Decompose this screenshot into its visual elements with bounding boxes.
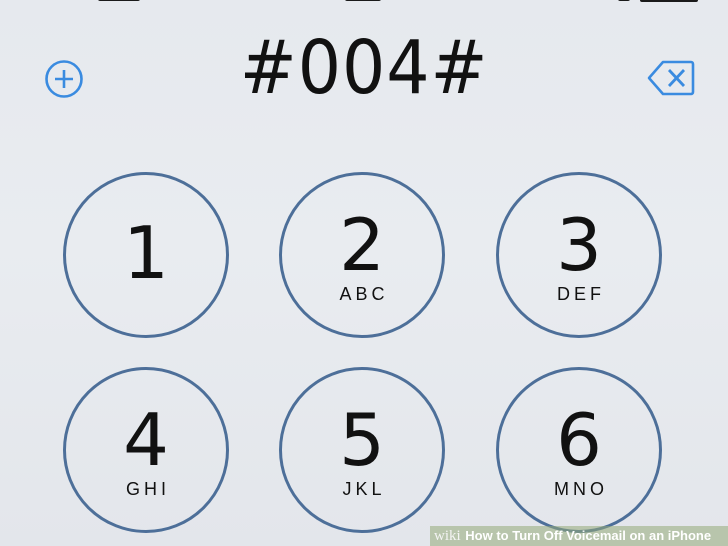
backspace-icon <box>647 60 695 96</box>
keypad-key-1[interactable]: 1 <box>63 172 229 338</box>
watermark-title: How to Turn Off Voicemail on an iPhone <box>465 528 712 543</box>
keypad-key-5[interactable]: 5 JKL <box>279 367 445 533</box>
battery-icon-fragment <box>640 0 698 2</box>
key-letters: MNO <box>554 479 608 499</box>
plus-circle-icon <box>45 60 83 98</box>
key-letters: GHI <box>125 479 170 499</box>
key-digit: 4 <box>123 398 169 482</box>
add-contact-button[interactable] <box>44 59 84 99</box>
key-digit: 3 <box>556 203 602 287</box>
delete-button[interactable] <box>647 58 695 98</box>
keypad-key-3[interactable]: 3 DEF <box>496 172 662 338</box>
key-digit: 5 <box>339 398 385 482</box>
keypad-key-4[interactable]: 4 GHI <box>63 367 229 533</box>
key-digit: 6 <box>556 398 602 482</box>
key-letters: JKL <box>342 479 386 499</box>
key-letters: DEF <box>557 284 605 304</box>
location-icon-fragment <box>618 0 630 1</box>
carrier-signal-fragment <box>98 0 140 1</box>
watermark: wiki How to Turn Off Voicemail on an iPh… <box>430 526 728 546</box>
key-letters: ABC <box>339 284 389 304</box>
key-digit: 1 <box>123 211 169 295</box>
dialed-number-text: #004# <box>239 25 489 111</box>
watermark-brand: wiki <box>434 528 461 544</box>
keypad-key-6[interactable]: 6 MNO <box>496 367 662 533</box>
clock-fragment <box>345 0 381 1</box>
status-bar <box>0 0 728 8</box>
keypad-key-2[interactable]: 2 ABC <box>279 172 445 338</box>
dialed-number-display: #004# <box>180 28 548 108</box>
key-digit: 2 <box>339 203 385 287</box>
